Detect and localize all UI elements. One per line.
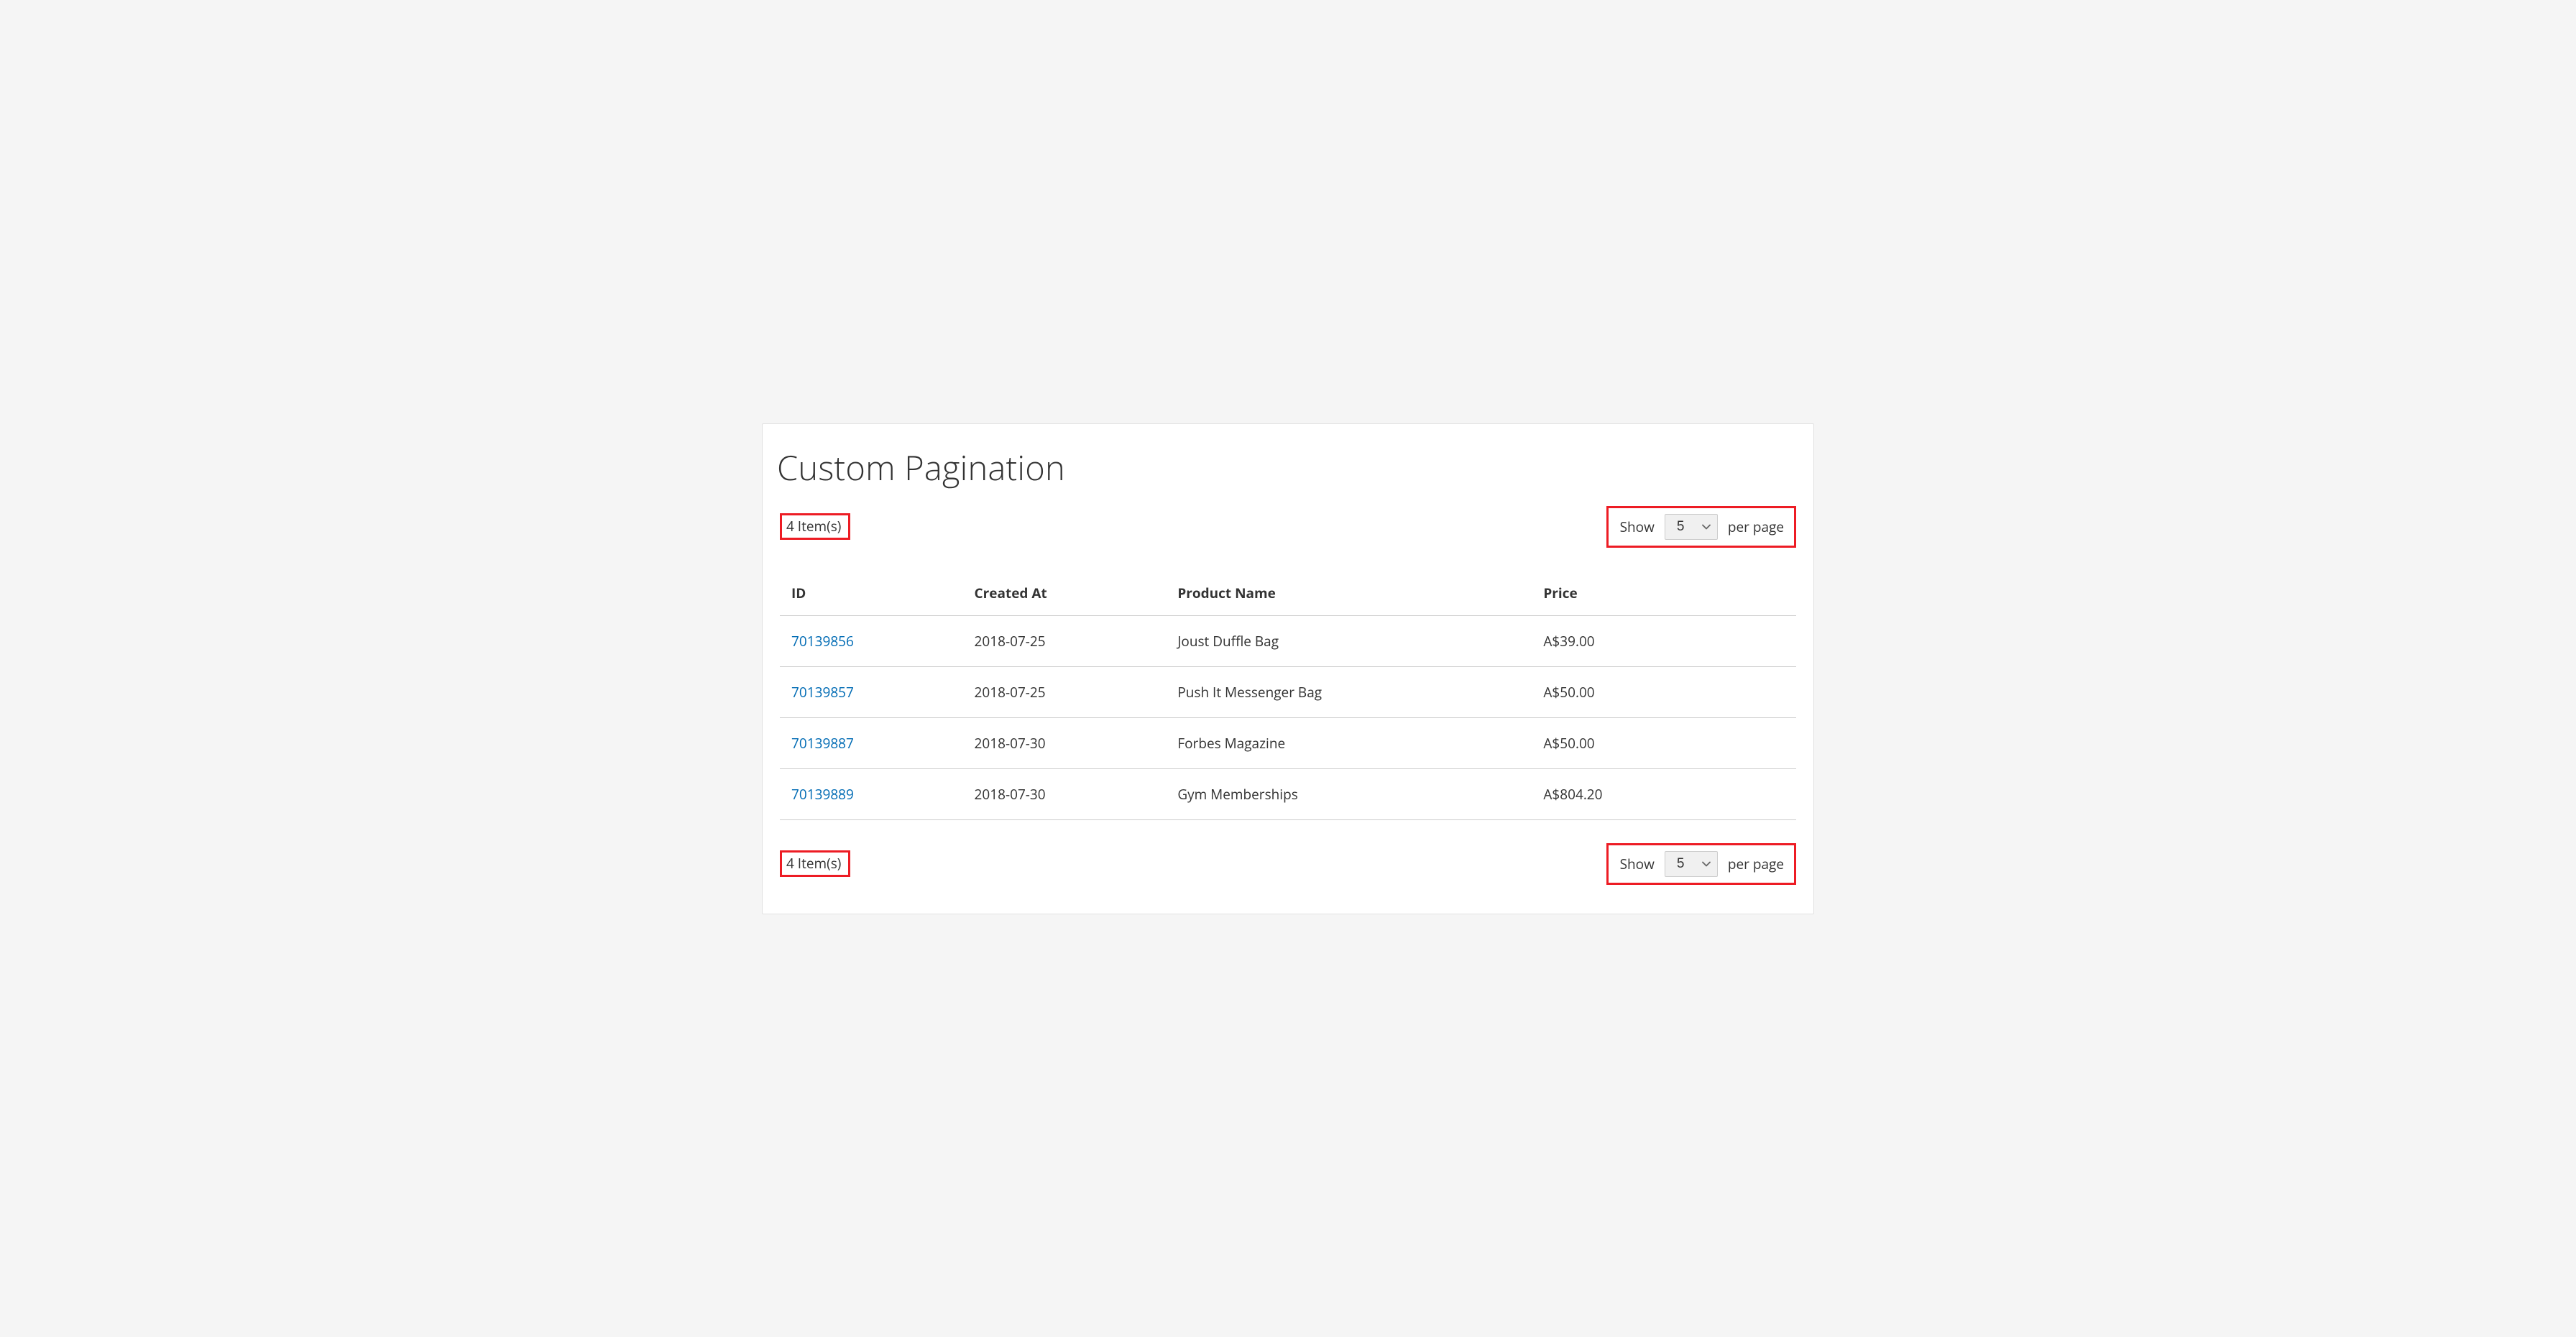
column-header-product-name: Product Name	[1166, 574, 1532, 616]
id-link[interactable]: 70139889	[791, 785, 854, 804]
id-link[interactable]: 70139857	[791, 683, 854, 702]
show-label: Show	[1620, 518, 1655, 536]
column-header-id: ID	[780, 574, 963, 616]
per-page-label: per page	[1728, 855, 1784, 873]
page-size-select[interactable]: 5102050	[1665, 514, 1718, 540]
cell-created-at: 2018-07-25	[963, 666, 1167, 717]
cell-id: 70139856	[780, 615, 963, 666]
column-header-created-at: Created At	[963, 574, 1167, 616]
page-size-control: Show 5102050 per page	[1606, 506, 1796, 548]
show-label: Show	[1620, 855, 1655, 873]
item-count: 4 Item(s)	[780, 850, 850, 877]
cell-product-name: Gym Memberships	[1166, 768, 1532, 819]
id-link[interactable]: 70139856	[791, 632, 854, 651]
item-count: 4 Item(s)	[780, 513, 850, 540]
cell-created-at: 2018-07-30	[963, 717, 1167, 768]
table-row: 70139857 2018-07-25Push It Messenger BagA…	[780, 666, 1796, 717]
data-table: ID Created At Product Name Price 7013985…	[780, 574, 1796, 820]
card: Custom Pagination 4 Item(s) Show 5102050…	[762, 423, 1814, 914]
page-size-select-wrap: 5102050	[1665, 514, 1718, 540]
page-container: Custom Pagination 4 Item(s) Show 5102050…	[743, 405, 1833, 933]
column-header-price: Price	[1532, 574, 1796, 616]
cell-product-name: Forbes Magazine	[1166, 717, 1532, 768]
cell-price: A$50.00	[1532, 717, 1796, 768]
page-size-control: Show 5102050 per page	[1606, 843, 1796, 885]
cell-product-name: Joust Duffle Bag	[1166, 615, 1532, 666]
per-page-label: per page	[1728, 518, 1784, 536]
page-title: Custom Pagination	[777, 444, 1793, 490]
cell-product-name: Push It Messenger Bag	[1166, 666, 1532, 717]
cell-created-at: 2018-07-25	[963, 615, 1167, 666]
id-link[interactable]: 70139887	[791, 734, 854, 753]
table-body: 70139856 2018-07-25Joust Duffle BagA$39.0…	[780, 615, 1796, 819]
table-row: 70139856 2018-07-25Joust Duffle BagA$39.0…	[780, 615, 1796, 666]
table-row: 70139887 2018-07-30Forbes MagazineA$50.00	[780, 717, 1796, 768]
cell-price: A$39.00	[1532, 615, 1796, 666]
cell-id: 70139857	[780, 666, 963, 717]
toolbar-bottom: 4 Item(s) Show 5102050 per page	[780, 840, 1796, 888]
page-size-select-wrap: 5102050	[1665, 851, 1718, 877]
cell-id: 70139889	[780, 768, 963, 819]
cell-price: A$50.00	[1532, 666, 1796, 717]
cell-created-at: 2018-07-30	[963, 768, 1167, 819]
table-row: 70139889 2018-07-30Gym MembershipsA$804.2…	[780, 768, 1796, 819]
page-size-select[interactable]: 5102050	[1665, 851, 1718, 877]
table-header-row: ID Created At Product Name Price	[780, 574, 1796, 616]
cell-id: 70139887	[780, 717, 963, 768]
cell-price: A$804.20	[1532, 768, 1796, 819]
toolbar-top: 4 Item(s) Show 5102050 per page	[780, 503, 1796, 551]
